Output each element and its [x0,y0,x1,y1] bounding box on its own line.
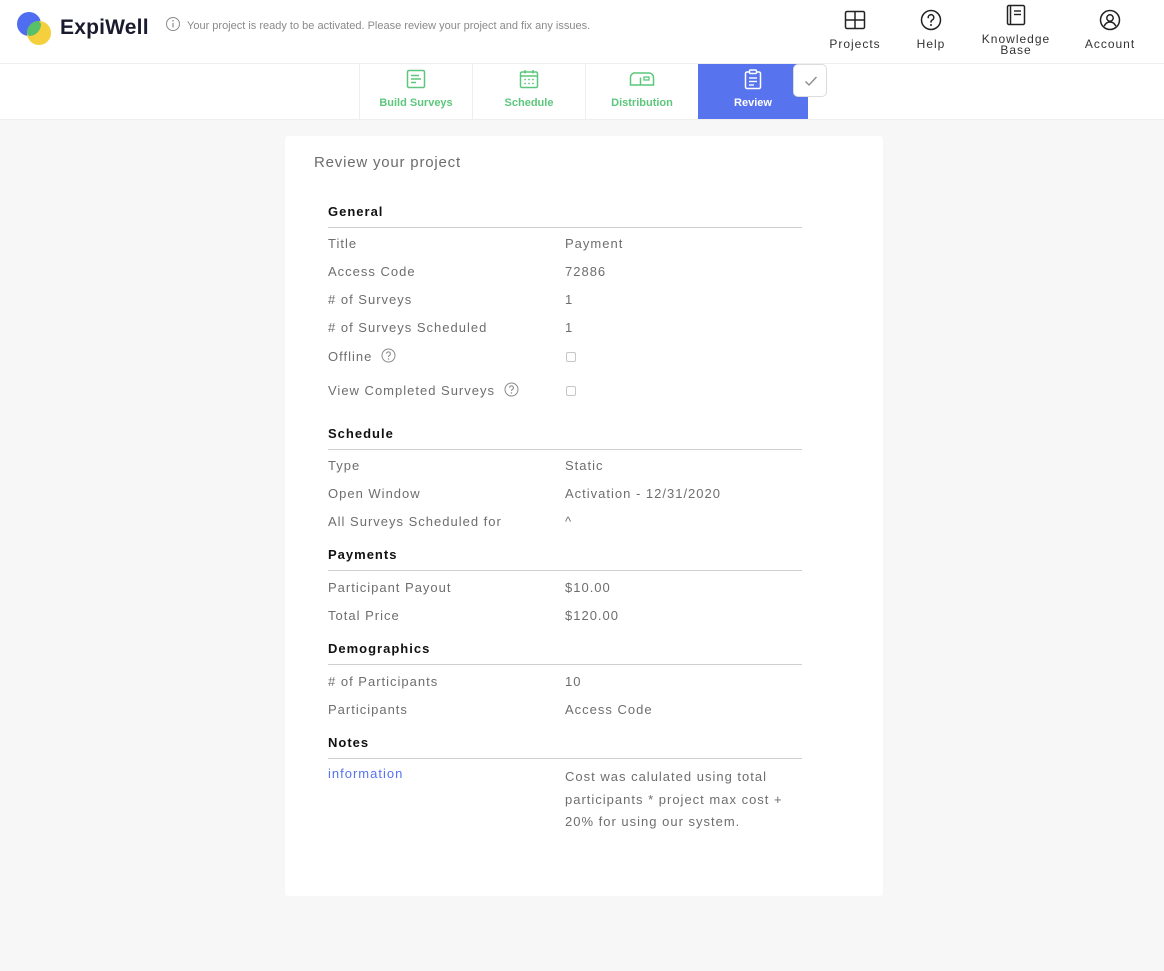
row-title: Title Payment [328,236,802,256]
nav-knowledge-label-2: Base [1000,43,1032,57]
step-tabs: Build Surveys Schedule Distribution Revi… [0,64,1164,120]
check-icon [805,76,817,86]
row-value: $120.00 [565,608,619,623]
calendar-icon [519,70,539,89]
row-label: Access Code [328,264,416,279]
row-value: 1 [565,292,574,307]
row-label: # of Participants [328,674,439,689]
row-label: # of Surveys Scheduled [328,320,488,335]
question-circle-icon [920,9,942,31]
row-type: Type Static [328,458,802,478]
user-circle-icon [1099,9,1121,31]
section-heading: Schedule [328,426,802,450]
row-label: All Surveys Scheduled for [328,514,502,529]
row-participants: Participants Access Code [328,702,802,722]
row-num-participants: # of Participants 10 [328,674,802,694]
help-circle-icon[interactable] [504,382,519,397]
confirm-button[interactable] [793,64,827,97]
tab-review[interactable]: Review [698,64,808,119]
tab-build-surveys[interactable]: Build Surveys [359,64,472,119]
nav-help-label: Help [916,37,946,51]
row-label: Title [328,236,358,251]
cost-note: Cost was calulated using total participa… [565,769,783,829]
information-link[interactable]: information [328,766,403,781]
row-offline: Offline [328,348,802,368]
brand-name: ExpiWell [60,16,149,39]
section-heading: Demographics [328,641,802,665]
section-heading: Notes [328,735,802,759]
row-label: Participants [328,702,408,717]
page-title: Review your project [314,154,461,171]
nav-projects-label: Projects [829,37,881,51]
tab-schedule[interactable]: Schedule [472,64,585,119]
row-value: Payment [565,236,624,251]
nav-knowledge-base[interactable]: Knowledge Base [975,0,1057,62]
row-information: information Cost was calulated using tot… [328,766,802,836]
row-value: Activation - 12/31/2020 [565,486,721,501]
activation-notice: Your project is ready to be activated. P… [187,20,591,32]
nav-account[interactable]: Account [1078,0,1142,62]
row-value: 1 [565,320,574,335]
row-value: Static [565,458,604,473]
row-view-completed: View Completed Surveys [328,382,802,402]
row-value: 10 [565,674,582,689]
tab-schedule-label: Schedule [504,97,554,109]
row-value: 72886 [565,264,607,279]
row-surveys-scheduled: # of Surveys Scheduled 1 [328,320,802,340]
row-participant-payout: Participant Payout $10.00 [328,580,802,600]
section-heading: Payments [328,547,802,571]
form-icon [406,69,426,89]
tab-distribution[interactable]: Distribution [585,64,698,119]
mailbox-icon [629,72,655,86]
nav-help[interactable]: Help [905,0,957,62]
row-label: Offline [328,349,373,364]
row-all-scheduled: All Surveys Scheduled for ^ [328,514,802,534]
row-total-price: Total Price $120.00 [328,608,802,628]
tab-distribution-label: Distribution [611,97,673,109]
tab-review-label: Review [734,97,772,109]
book-icon [1006,4,1026,26]
row-label: Participant Payout [328,580,452,595]
view-completed-checkbox[interactable] [566,386,576,396]
row-value: Access Code [565,702,653,717]
row-label-wrap: Offline [328,348,396,364]
row-label: View Completed Surveys [328,383,495,398]
row-label: Type [328,458,361,473]
row-label: Open Window [328,486,421,501]
row-access-code: Access Code 72886 [328,264,802,284]
offline-checkbox[interactable] [566,352,576,362]
clipboard-icon [744,69,762,90]
section-heading: General [328,204,802,228]
row-value: ^ [565,514,573,529]
row-value: $10.00 [565,580,611,595]
row-label: # of Surveys [328,292,413,307]
expiwell-logo[interactable] [14,9,54,49]
nav-projects[interactable]: Projects [820,0,890,62]
row-num-surveys: # of Surveys 1 [328,292,802,312]
grid-icon [844,10,866,30]
review-card: Review your project General Title Paymen… [285,136,883,896]
top-header: ExpiWell Your project is ready to be act… [0,0,1164,64]
row-label-wrap: View Completed Surveys [328,382,519,398]
tab-build-surveys-label: Build Surveys [379,97,453,109]
help-circle-icon[interactable] [381,348,396,363]
nav-account-label: Account [1084,37,1136,51]
row-label: Total Price [328,608,400,623]
row-open-window: Open Window Activation - 12/31/2020 [328,486,802,506]
